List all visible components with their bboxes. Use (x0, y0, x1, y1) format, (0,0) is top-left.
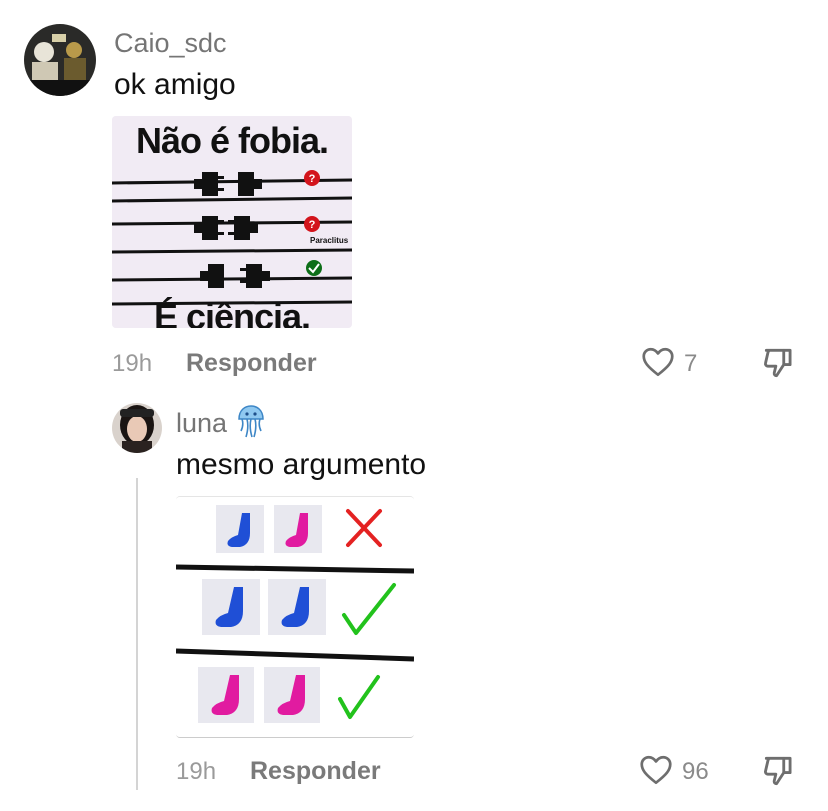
like-button[interactable]: 7 (640, 344, 710, 380)
username[interactable]: Caio_sdc (114, 28, 227, 59)
timestamp: 19h (176, 758, 217, 785)
avatar[interactable] (112, 403, 162, 453)
username[interactable]: luna (176, 408, 227, 439)
thread-line (136, 478, 138, 790)
like-count: 7 (684, 350, 698, 377)
heart-icon (640, 755, 672, 785)
like-button[interactable]: 96 (638, 752, 718, 788)
heart-icon (642, 347, 674, 377)
svg-text:?: ? (309, 173, 316, 185)
question-mark-icon: ? (304, 216, 320, 232)
comment-text: mesmo argumento (176, 448, 427, 481)
question-mark-icon: ? (304, 170, 320, 186)
reply-button[interactable]: Responder (250, 757, 381, 786)
check-circle-icon (306, 260, 322, 276)
meme-top-text: Não é fobia. (135, 120, 329, 161)
dislike-icon[interactable] (760, 752, 798, 790)
meme-watermark: Paraclitus (310, 236, 349, 245)
like-count: 96 (682, 758, 709, 785)
timestamp: 19h (112, 350, 153, 377)
comment-text: ok amigo (114, 68, 236, 101)
comment-image-socks[interactable] (176, 496, 414, 738)
dislike-icon[interactable] (760, 344, 798, 382)
svg-text:?: ? (309, 219, 316, 231)
meme-bottom-text: É ciência. (153, 296, 311, 328)
avatar[interactable] (24, 24, 96, 96)
reply-button[interactable]: Responder (186, 349, 317, 378)
comment-image-meme[interactable]: ? ? Não é fobia. Paraclitus É ciência. (112, 116, 352, 328)
jellyfish-emoji-icon (238, 405, 264, 438)
